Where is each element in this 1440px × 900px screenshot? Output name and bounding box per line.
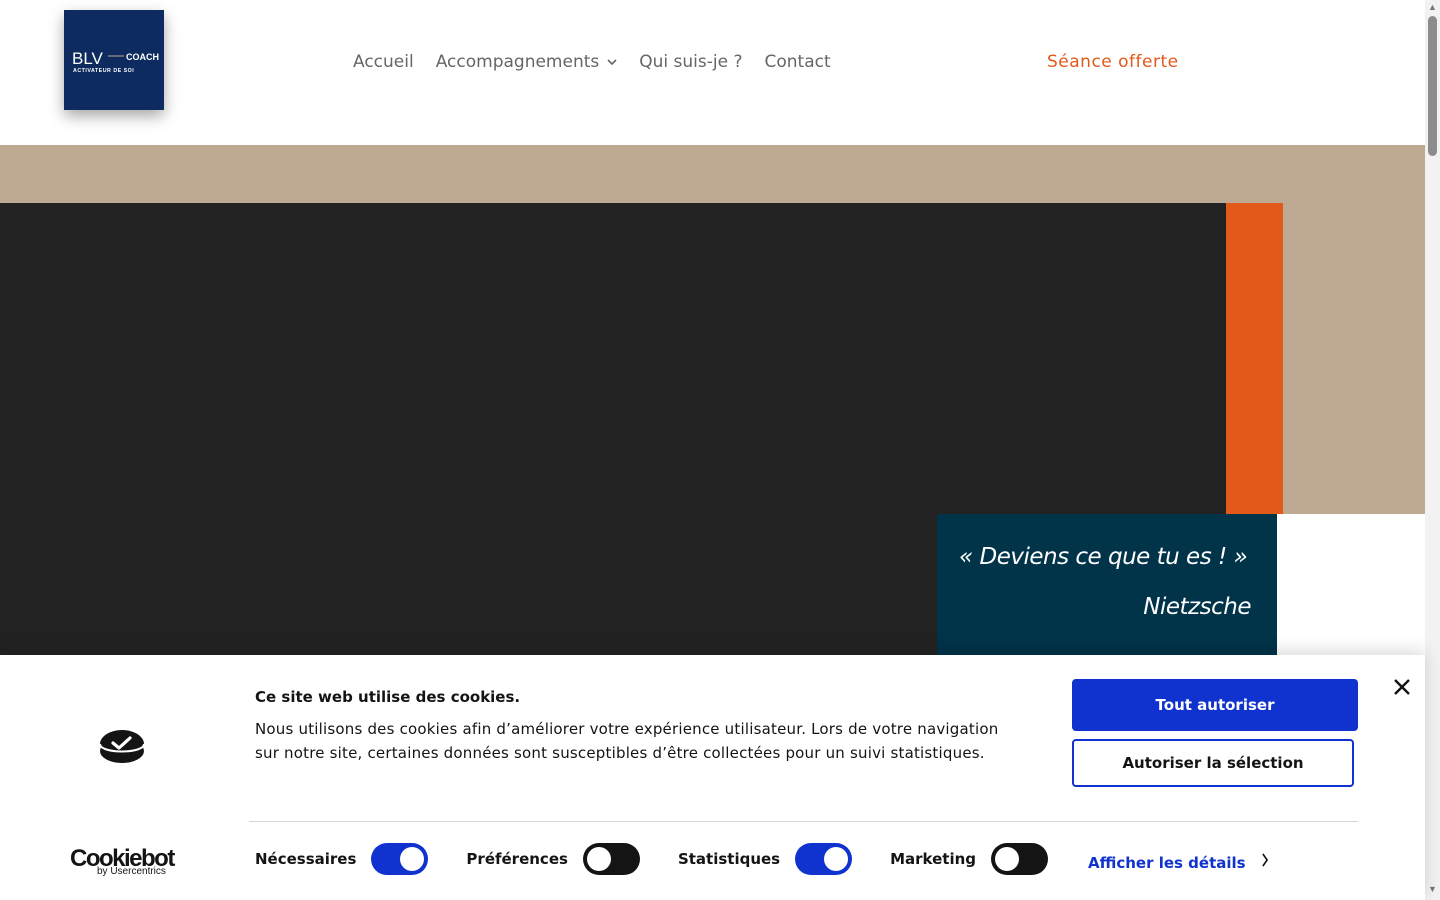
nav-label: Accueil — [353, 52, 414, 72]
chevron-down-icon — [607, 58, 617, 69]
main-nav: Accueil Accompagnements Qui suis-je ? Co… — [353, 52, 831, 72]
cookiebot-logo-sub: by Usercentrics — [97, 866, 166, 877]
scroll-down-arrow-icon[interactable]: ▼ — [1428, 884, 1437, 894]
logo-main-text: BLV — [72, 49, 104, 68]
toggle-marketing: Marketing — [890, 843, 1049, 875]
switch-knob — [586, 847, 611, 871]
cookie-description: Nous utilisons des cookies afin d’amélio… — [255, 720, 999, 762]
cookie-consent-banner: Cookiebot by Usercentrics Ce site web ut… — [0, 655, 1425, 900]
nav-label: Qui suis-je ? — [639, 52, 743, 72]
allow-selection-button[interactable]: Autoriser la sélection — [1072, 739, 1354, 787]
site-logo[interactable]: BLV COACH ACTIVATEUR DE SOI — [64, 10, 164, 110]
hero-quote-box: « Deviens ce que tu es ! » Nietzsche — [937, 514, 1277, 655]
toggle-statistiques: Statistiques — [677, 843, 853, 875]
quote-author: Nietzsche — [1143, 594, 1251, 620]
allow-all-button[interactable]: Tout autoriser — [1072, 679, 1358, 731]
logo-sub-text: ACTIVATEUR DE SOI — [73, 68, 134, 74]
toggle-necessaires: Nécessaires — [255, 843, 429, 875]
chevron-right-icon — [1261, 852, 1268, 873]
marketing-switch[interactable] — [991, 843, 1049, 875]
scroll-thumb[interactable] — [1428, 16, 1437, 156]
close-icon[interactable] — [1390, 675, 1414, 699]
page-scrollbar[interactable]: ▲ ▼ — [1425, 0, 1440, 900]
toggle-label: Préférences — [466, 850, 568, 868]
nav-item-accompagnements[interactable]: Accompagnements — [436, 52, 618, 72]
necessaires-switch[interactable] — [371, 843, 429, 875]
cookie-title: Ce site web utilise des cookies. — [255, 688, 521, 706]
cookie-category-toggles: Nécessaires Préférences Statistiques Mar… — [255, 843, 1086, 875]
nav-item-qui-suis-je[interactable]: Qui suis-je ? — [639, 52, 742, 72]
preferences-switch[interactable] — [582, 843, 640, 875]
quote-text: « Deviens ce que tu es ! » — [959, 544, 1248, 570]
switch-knob — [400, 847, 425, 871]
toggle-label: Statistiques — [677, 850, 781, 868]
cookiebot-badge-icon — [98, 727, 146, 770]
toggle-label: Marketing — [890, 850, 977, 868]
show-details-link[interactable]: Afficher les détails — [1088, 852, 1270, 873]
toggle-label: Nécessaires — [255, 850, 357, 868]
cookie-divider — [249, 821, 1358, 822]
show-details-label: Afficher les détails — [1088, 853, 1246, 872]
nav-item-contact[interactable]: Contact — [765, 52, 831, 72]
switch-knob — [995, 847, 1020, 871]
hero-orange-accent — [1226, 203, 1283, 514]
logo-coach-text: COACH — [126, 52, 159, 62]
scroll-up-arrow-icon[interactable]: ▲ — [1428, 2, 1437, 12]
toggle-preferences: Préférences — [466, 843, 640, 875]
site-header: BLV COACH ACTIVATEUR DE SOI Accueil Acco… — [0, 0, 1425, 145]
nav-label: Contact — [764, 52, 831, 72]
nav-item-accueil[interactable]: Accueil — [353, 52, 414, 72]
nav-label: Accompagnements — [435, 52, 600, 72]
seance-offerte-link[interactable]: Séance offerte — [1047, 52, 1179, 72]
switch-knob — [824, 847, 849, 871]
statistiques-switch[interactable] — [795, 843, 853, 875]
